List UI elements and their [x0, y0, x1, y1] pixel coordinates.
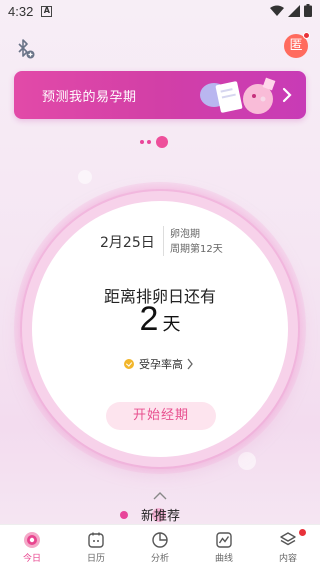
anonymous-label: 匿: [289, 38, 303, 53]
pager-dot: [147, 140, 151, 144]
signal-icon: [288, 4, 300, 17]
tab-label: 今日: [22, 553, 41, 564]
chevron-up-icon[interactable]: [153, 492, 167, 500]
current-date: 2月25日: [100, 235, 155, 251]
divider: [163, 226, 164, 256]
tab-today[interactable]: 今日: [0, 525, 64, 569]
status-bar: 4:32 A: [0, 0, 320, 22]
status-time: 4:32: [8, 3, 34, 19]
tab-label: 内容: [278, 553, 297, 564]
phase-info: 卵泡期 周期第12天: [170, 227, 223, 257]
predict-fertile-banner[interactable]: 预测我的易孕期: [14, 71, 306, 119]
ovulation-countdown: 2天: [0, 300, 320, 339]
fertility-text: 受孕率高: [139, 358, 183, 371]
check-badge-icon: [124, 359, 134, 369]
chevron-right-icon: [187, 358, 193, 370]
fertility-status[interactable]: 受孕率高: [124, 356, 194, 372]
banner-illustration-icon: [200, 77, 276, 114]
layers-icon: [280, 531, 296, 545]
battery-icon: [304, 4, 312, 17]
notification-icon: A: [41, 5, 53, 17]
pager-dot: [140, 140, 144, 144]
analysis-icon: [152, 531, 168, 548]
carousel-indicator: [140, 136, 168, 148]
banner-text: 预测我的易孕期: [42, 90, 137, 105]
decor-bubble: [238, 452, 256, 470]
notification-dot: [303, 32, 310, 39]
bluetooth-add-icon[interactable]: [14, 38, 36, 60]
bottom-nav: 今日 日历 分析 曲线 内容: [0, 524, 320, 569]
cycle-day: 周期第12天: [170, 244, 223, 255]
tab-label: 分析: [150, 553, 169, 564]
decor-dot: [120, 511, 128, 519]
today-icon: [24, 531, 40, 548]
countdown-number: 2: [139, 300, 159, 338]
tab-label: 日历: [86, 553, 105, 564]
tab-curve[interactable]: 曲线: [192, 525, 256, 569]
chevron-right-icon: [282, 87, 292, 103]
phase-name: 卵泡期: [170, 229, 200, 240]
tab-analysis[interactable]: 分析: [128, 525, 192, 569]
tab-calendar[interactable]: 日历: [64, 525, 128, 569]
status-icons: [270, 4, 312, 17]
notification-dot: [299, 529, 306, 536]
decor-bubble: [78, 170, 92, 184]
recommend-title[interactable]: 新推荐: [141, 505, 180, 524]
pager-dot-active: [156, 136, 168, 148]
countdown-unit: 天: [162, 314, 181, 335]
start-period-button[interactable]: 开始经期: [106, 402, 216, 430]
tab-content[interactable]: 内容: [256, 525, 320, 569]
calendar-icon: [88, 532, 104, 548]
wifi-icon: [270, 5, 284, 16]
tab-label: 曲线: [214, 553, 233, 564]
curve-chart-icon: [216, 531, 232, 548]
anonymous-mode-icon[interactable]: 匿: [284, 32, 310, 58]
